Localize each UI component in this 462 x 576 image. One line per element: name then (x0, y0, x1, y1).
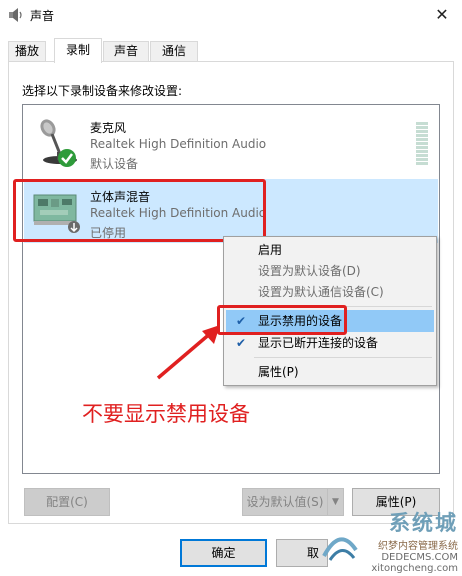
watermark-brand: 系统城 (389, 511, 458, 535)
watermark-url-2: xitongcheng.com (371, 563, 458, 574)
window-title: 声音 (30, 9, 55, 23)
device-status: 默认设备 (90, 157, 139, 171)
watermark-logo-icon (322, 537, 358, 561)
title-bar: 声音 ✕ (0, 0, 462, 30)
green-check-badge (58, 149, 76, 167)
annotation-arrow-icon (156, 325, 220, 380)
set-default-label: 设为默认值(S) (246, 495, 324, 509)
menu-item-label: 设置为默认设备(D) (258, 264, 361, 278)
menu-item-set-default[interactable]: 设置为默认设备(D) (226, 260, 434, 282)
device-item-microphone[interactable]: 麦克风 Realtek High Definition Audio 默认设备 (24, 110, 438, 174)
menu-separator (254, 357, 432, 358)
menu-item-properties[interactable]: 属性(P) (226, 361, 434, 383)
annotation-box-device (13, 179, 266, 242)
tab-sounds[interactable]: 声音 (103, 41, 149, 62)
watermark-url-1: DEDECMS.COM (381, 552, 458, 563)
menu-item-show-disconnected[interactable]: ✔ 显示已断开连接的设备 (226, 332, 434, 354)
watermark: 系统城 织梦内容管理系统 DEDECMS.COM xitongcheng.com (371, 507, 458, 574)
ok-button[interactable]: 确定 (180, 539, 267, 567)
speaker-icon (9, 8, 22, 22)
watermark-site-name: 织梦内容管理系统 (378, 541, 458, 552)
close-icon: ✕ (435, 5, 449, 24)
microphone-icon (40, 119, 77, 167)
tab-recording[interactable]: 录制 (54, 38, 102, 63)
instruction-text: 选择以下录制设备来修改设置: (22, 84, 183, 98)
menu-item-label: 显示已断开连接的设备 (258, 336, 379, 350)
level-meter (416, 122, 428, 166)
menu-item-label: 属性(P) (258, 365, 299, 379)
set-default-button[interactable]: 设为默认值(S) ▼ (242, 488, 344, 516)
menu-item-set-default-comm[interactable]: 设置为默认通信设备(C) (226, 281, 434, 303)
menu-item-label: 启用 (258, 243, 283, 257)
annotation-box-menu-item (217, 305, 347, 335)
check-icon: ✔ (236, 336, 247, 350)
close-button[interactable]: ✕ (422, 0, 462, 30)
chevron-down-icon[interactable]: ▼ (327, 489, 343, 515)
device-driver: Realtek High Definition Audio (90, 137, 267, 151)
menu-item-label: 设置为默认通信设备(C) (258, 285, 384, 299)
annotation-text: 不要显示禁用设备 (82, 402, 250, 426)
tab-communications[interactable]: 通信 (150, 41, 198, 62)
menu-item-enable[interactable]: 启用 (226, 239, 434, 261)
device-name: 麦克风 (90, 121, 127, 135)
tab-playback[interactable]: 播放 (8, 41, 46, 62)
configure-button[interactable]: 配置(C) (24, 488, 110, 516)
